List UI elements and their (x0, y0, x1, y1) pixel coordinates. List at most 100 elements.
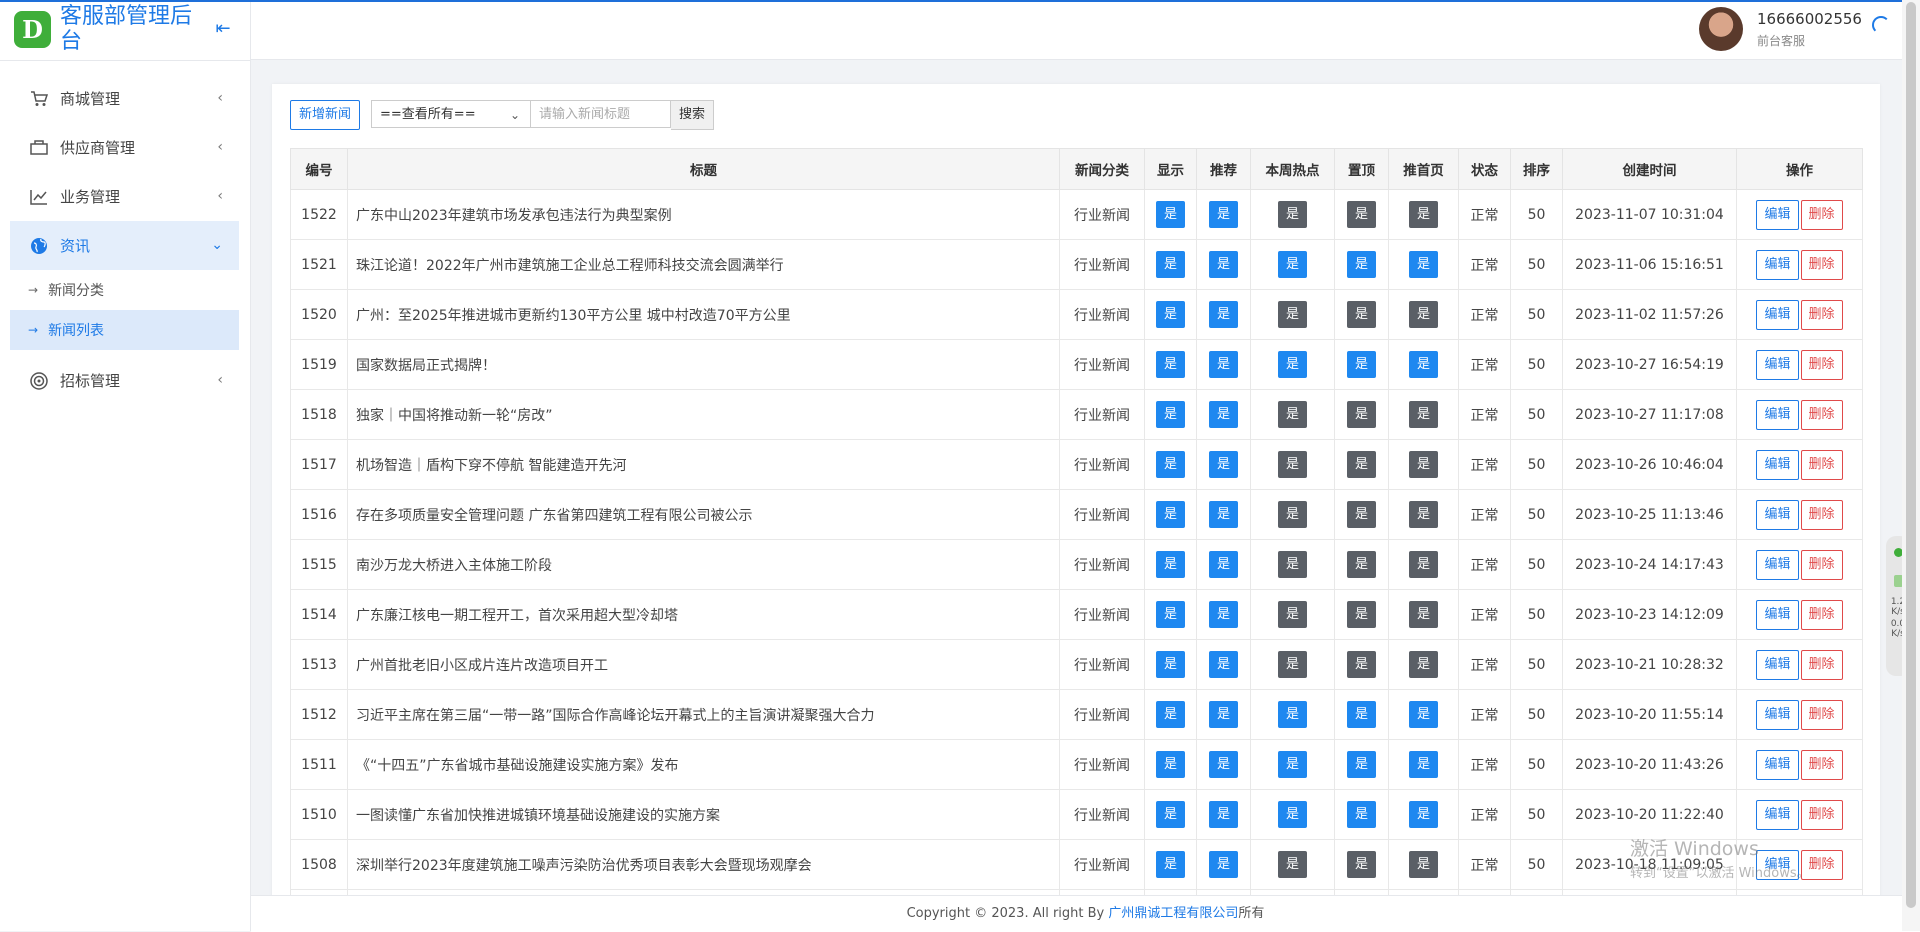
toggle-top-button[interactable]: 是 (1347, 601, 1376, 628)
toggle-home-button[interactable]: 是 (1409, 801, 1438, 828)
collapse-sidebar-icon[interactable]: ⇤ (213, 19, 233, 39)
toggle-show-button[interactable]: 是 (1156, 401, 1185, 428)
edit-button[interactable]: 编辑 (1756, 799, 1799, 830)
toggle-hot-button[interactable]: 是 (1278, 201, 1307, 228)
delete-button[interactable]: 删除 (1800, 249, 1843, 280)
delete-button[interactable]: 删除 (1800, 599, 1843, 630)
toggle-top-button[interactable]: 是 (1347, 301, 1376, 328)
toggle-recommend-button[interactable]: 是 (1209, 401, 1238, 428)
toggle-hot-button[interactable]: 是 (1278, 701, 1307, 728)
toggle-show-button[interactable]: 是 (1156, 601, 1185, 628)
toggle-home-button[interactable]: 是 (1409, 401, 1438, 428)
toggle-top-button[interactable]: 是 (1347, 401, 1376, 428)
edit-button[interactable]: 编辑 (1756, 299, 1799, 330)
toggle-show-button[interactable]: 是 (1156, 201, 1185, 228)
toggle-top-button[interactable]: 是 (1347, 701, 1376, 728)
delete-button[interactable]: 删除 (1800, 199, 1843, 230)
toggle-recommend-button[interactable]: 是 (1209, 351, 1238, 378)
search-input[interactable] (531, 100, 672, 128)
toggle-home-button[interactable]: 是 (1409, 851, 1438, 878)
delete-button[interactable]: 删除 (1800, 549, 1843, 580)
toggle-hot-button[interactable]: 是 (1278, 851, 1307, 878)
toggle-home-button[interactable]: 是 (1409, 501, 1438, 528)
delete-button[interactable]: 删除 (1800, 749, 1843, 780)
toggle-show-button[interactable]: 是 (1156, 701, 1185, 728)
toggle-recommend-button[interactable]: 是 (1209, 851, 1238, 878)
sidebar-subitem-news-list[interactable]: → 新闻列表 (10, 310, 239, 350)
toggle-top-button[interactable]: 是 (1347, 851, 1376, 878)
toggle-top-button[interactable]: 是 (1347, 451, 1376, 478)
sidebar-item-mall[interactable]: 商城管理 ‹ (10, 74, 239, 123)
toggle-top-button[interactable]: 是 (1347, 551, 1376, 578)
toggle-hot-button[interactable]: 是 (1278, 401, 1307, 428)
edit-button[interactable]: 编辑 (1756, 449, 1799, 480)
sidebar-subitem-news-category[interactable]: → 新闻分类 (10, 270, 239, 310)
search-button[interactable]: 搜索 (671, 100, 715, 130)
toggle-recommend-button[interactable]: 是 (1209, 651, 1238, 678)
toggle-hot-button[interactable]: 是 (1278, 751, 1307, 778)
edit-button[interactable]: 编辑 (1756, 249, 1799, 280)
toggle-show-button[interactable]: 是 (1156, 501, 1185, 528)
page-scrollbar[interactable] (1902, 0, 1920, 931)
avatar[interactable] (1699, 7, 1743, 51)
edit-button[interactable]: 编辑 (1756, 749, 1799, 780)
toggle-hot-button[interactable]: 是 (1278, 601, 1307, 628)
toggle-home-button[interactable]: 是 (1409, 301, 1438, 328)
toggle-top-button[interactable]: 是 (1347, 801, 1376, 828)
toggle-show-button[interactable]: 是 (1156, 551, 1185, 578)
toggle-recommend-button[interactable]: 是 (1209, 251, 1238, 278)
delete-button[interactable]: 删除 (1800, 499, 1843, 530)
delete-button[interactable]: 删除 (1800, 349, 1843, 380)
toggle-recommend-button[interactable]: 是 (1209, 751, 1238, 778)
sidebar-item-bidding[interactable]: 招标管理 ‹ (10, 356, 239, 405)
toggle-hot-button[interactable]: 是 (1278, 451, 1307, 478)
toggle-show-button[interactable]: 是 (1156, 801, 1185, 828)
toggle-hot-button[interactable]: 是 (1278, 501, 1307, 528)
toggle-home-button[interactable]: 是 (1409, 551, 1438, 578)
toggle-home-button[interactable]: 是 (1409, 351, 1438, 378)
edit-button[interactable]: 编辑 (1756, 349, 1799, 380)
edit-button[interactable]: 编辑 (1756, 199, 1799, 230)
toggle-recommend-button[interactable]: 是 (1209, 301, 1238, 328)
category-filter-select[interactable]: ==查看所有== ⌄ (371, 100, 532, 128)
edit-button[interactable]: 编辑 (1756, 699, 1799, 730)
delete-button[interactable]: 删除 (1800, 699, 1843, 730)
toggle-top-button[interactable]: 是 (1347, 651, 1376, 678)
user-name[interactable]: 16666002556 (1757, 10, 1862, 28)
sidebar-item-business[interactable]: 业务管理 ‹ (10, 172, 239, 221)
edit-button[interactable]: 编辑 (1756, 599, 1799, 630)
toggle-top-button[interactable]: 是 (1347, 751, 1376, 778)
edit-button[interactable]: 编辑 (1756, 549, 1799, 580)
toggle-top-button[interactable]: 是 (1347, 251, 1376, 278)
sidebar-item-news[interactable]: 资讯 ⌄ (10, 221, 239, 270)
toggle-recommend-button[interactable]: 是 (1209, 201, 1238, 228)
toggle-home-button[interactable]: 是 (1409, 251, 1438, 278)
toggle-home-button[interactable]: 是 (1409, 201, 1438, 228)
company-link[interactable]: 广州鼎诚工程有限公司 (1108, 906, 1238, 921)
delete-button[interactable]: 删除 (1800, 799, 1843, 830)
toggle-home-button[interactable]: 是 (1409, 651, 1438, 678)
toggle-hot-button[interactable]: 是 (1278, 301, 1307, 328)
toggle-recommend-button[interactable]: 是 (1209, 501, 1238, 528)
scrollbar-thumb[interactable] (1906, 2, 1916, 908)
toggle-show-button[interactable]: 是 (1156, 301, 1185, 328)
edit-button[interactable]: 编辑 (1756, 649, 1799, 680)
toggle-hot-button[interactable]: 是 (1278, 801, 1307, 828)
toggle-recommend-button[interactable]: 是 (1209, 451, 1238, 478)
toggle-show-button[interactable]: 是 (1156, 751, 1185, 778)
toggle-show-button[interactable]: 是 (1156, 351, 1185, 378)
delete-button[interactable]: 删除 (1800, 399, 1843, 430)
toggle-recommend-button[interactable]: 是 (1209, 601, 1238, 628)
toggle-home-button[interactable]: 是 (1409, 751, 1438, 778)
sidebar-item-supplier[interactable]: 供应商管理 ‹ (10, 123, 239, 172)
toggle-hot-button[interactable]: 是 (1278, 351, 1307, 378)
toggle-show-button[interactable]: 是 (1156, 851, 1185, 878)
add-news-button[interactable]: 新增新闻 (290, 100, 361, 130)
toggle-home-button[interactable]: 是 (1409, 701, 1438, 728)
delete-button[interactable]: 删除 (1800, 649, 1843, 680)
delete-button[interactable]: 删除 (1800, 449, 1843, 480)
toggle-home-button[interactable]: 是 (1409, 601, 1438, 628)
delete-button[interactable]: 删除 (1800, 299, 1843, 330)
toggle-hot-button[interactable]: 是 (1278, 251, 1307, 278)
toggle-recommend-button[interactable]: 是 (1209, 551, 1238, 578)
